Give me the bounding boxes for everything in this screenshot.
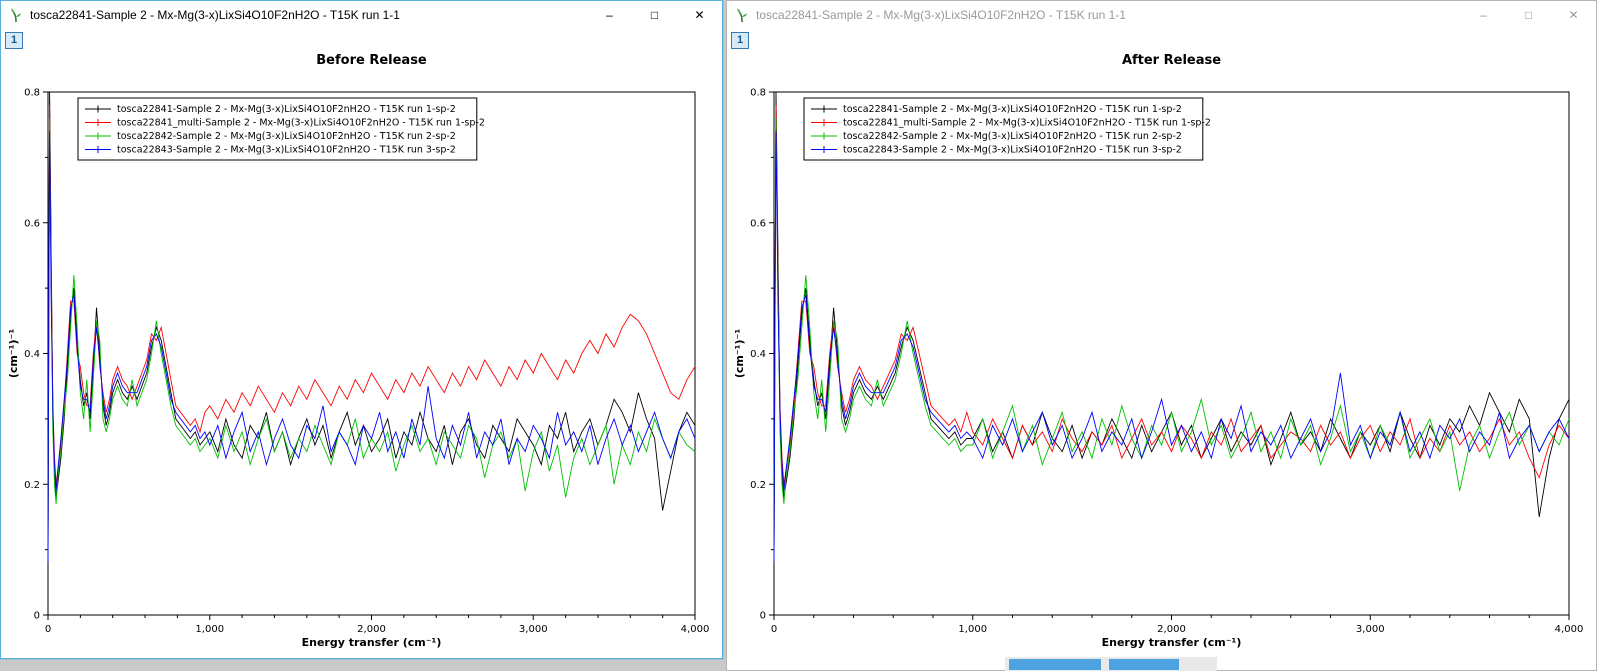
plot-area (774, 92, 1569, 615)
chart-before-release[interactable]: Before Release 0 1,000 2,000 3,000 4,000 0 0.2 0… (4, 30, 719, 654)
minimize-button[interactable]: – (587, 1, 632, 29)
legend-label: tosca22842-Sample 2 - Mx-Mg(3-x)LixSi4O1… (117, 131, 456, 142)
x-tick-label: 0 (45, 624, 51, 635)
legend-label: tosca22841_multi-Sample 2 - Mx-Mg(3-x)Li… (117, 118, 485, 129)
x-axis-label: Energy transfer (cm⁻¹) (302, 636, 442, 649)
highlighted-fragment (1009, 659, 1101, 670)
x-tick-label: 4,000 (1555, 624, 1584, 635)
close-button[interactable]: ✕ (677, 1, 722, 29)
window-title: tosca22841-Sample 2 - Mx-Mg(3-x)LixSi4O1… (30, 8, 587, 22)
y-tick-label: 0.4 (750, 349, 766, 360)
window-title: tosca22841-Sample 2 - Mx-Mg(3-x)LixSi4O1… (756, 8, 1461, 22)
figure-number-badge[interactable]: 1 (731, 32, 749, 49)
desktop: tosca22841-Sample 2 - Mx-Mg(3-x)LixSi4O1… (0, 0, 1597, 671)
y-tick-label: 0.8 (750, 88, 766, 99)
highlighted-fragment (1109, 659, 1179, 670)
y-tick-label: 0 (34, 611, 40, 622)
y-tick-label: 0.6 (24, 218, 40, 229)
y-tick-label: 0.4 (24, 349, 40, 360)
x-tick-label: 1,000 (195, 624, 224, 635)
legend-label: tosca22842-Sample 2 - Mx-Mg(3-x)LixSi4O1… (843, 131, 1182, 142)
titlebar[interactable]: tosca22841-Sample 2 - Mx-Mg(3-x)LixSi4O1… (1, 1, 722, 29)
x-tick-label: 1,000 (958, 624, 987, 635)
chart-title: After Release (1122, 53, 1221, 68)
x-tick-label: 2,000 (1157, 624, 1186, 635)
x-tick-label: 0 (771, 624, 777, 635)
minimize-button[interactable]: – (1461, 1, 1506, 29)
y-tick-label: 0.2 (750, 480, 766, 491)
window-after-release: tosca22841-Sample 2 - Mx-Mg(3-x)LixSi4O1… (726, 0, 1597, 671)
x-tick-label: 2,000 (357, 624, 386, 635)
app-logo-icon (734, 7, 750, 23)
x-tick-label: 3,000 (1356, 624, 1385, 635)
x-tick-label: 3,000 (519, 624, 548, 635)
legend-label: tosca22843-Sample 2 - Mx-Mg(3-x)LixSi4O1… (117, 145, 456, 156)
maximize-button[interactable]: □ (1506, 1, 1551, 29)
figure-number-badge[interactable]: 1 (5, 32, 23, 49)
obscured-window-fragment (1005, 657, 1217, 671)
legend-label: tosca22841-Sample 2 - Mx-Mg(3-x)LixSi4O1… (843, 104, 1182, 115)
y-tick-label: 0 (760, 611, 766, 622)
x-tick-label: 4,000 (681, 624, 710, 635)
maximize-button[interactable]: □ (632, 1, 677, 29)
legend-label: tosca22841-Sample 2 - Mx-Mg(3-x)LixSi4O1… (117, 104, 456, 115)
close-button[interactable]: ✕ (1551, 1, 1596, 29)
x-axis-label: Energy transfer (cm⁻¹) (1102, 636, 1242, 649)
y-axis-label: (cm⁻¹)⁻¹ (7, 329, 20, 378)
y-tick-label: 0.8 (24, 88, 40, 99)
app-logo-icon (8, 7, 24, 23)
y-tick-label: 0.6 (750, 218, 766, 229)
window-controls: – □ ✕ (587, 1, 722, 29)
y-axis-label: (cm⁻¹)⁻¹ (733, 329, 746, 378)
chart-title: Before Release (316, 53, 427, 68)
y-tick-label: 0.2 (24, 480, 40, 491)
window-before-release: tosca22841-Sample 2 - Mx-Mg(3-x)LixSi4O1… (0, 0, 723, 659)
legend-label: tosca22843-Sample 2 - Mx-Mg(3-x)LixSi4O1… (843, 145, 1182, 156)
window-controls: – □ ✕ (1461, 1, 1596, 29)
chart-after-release[interactable]: After Release 0 1,000 2,000 3,000 4,000 0 0.2 0.… (730, 30, 1593, 654)
titlebar[interactable]: tosca22841-Sample 2 - Mx-Mg(3-x)LixSi4O1… (727, 1, 1596, 29)
legend-label: tosca22841_multi-Sample 2 - Mx-Mg(3-x)Li… (843, 118, 1211, 129)
